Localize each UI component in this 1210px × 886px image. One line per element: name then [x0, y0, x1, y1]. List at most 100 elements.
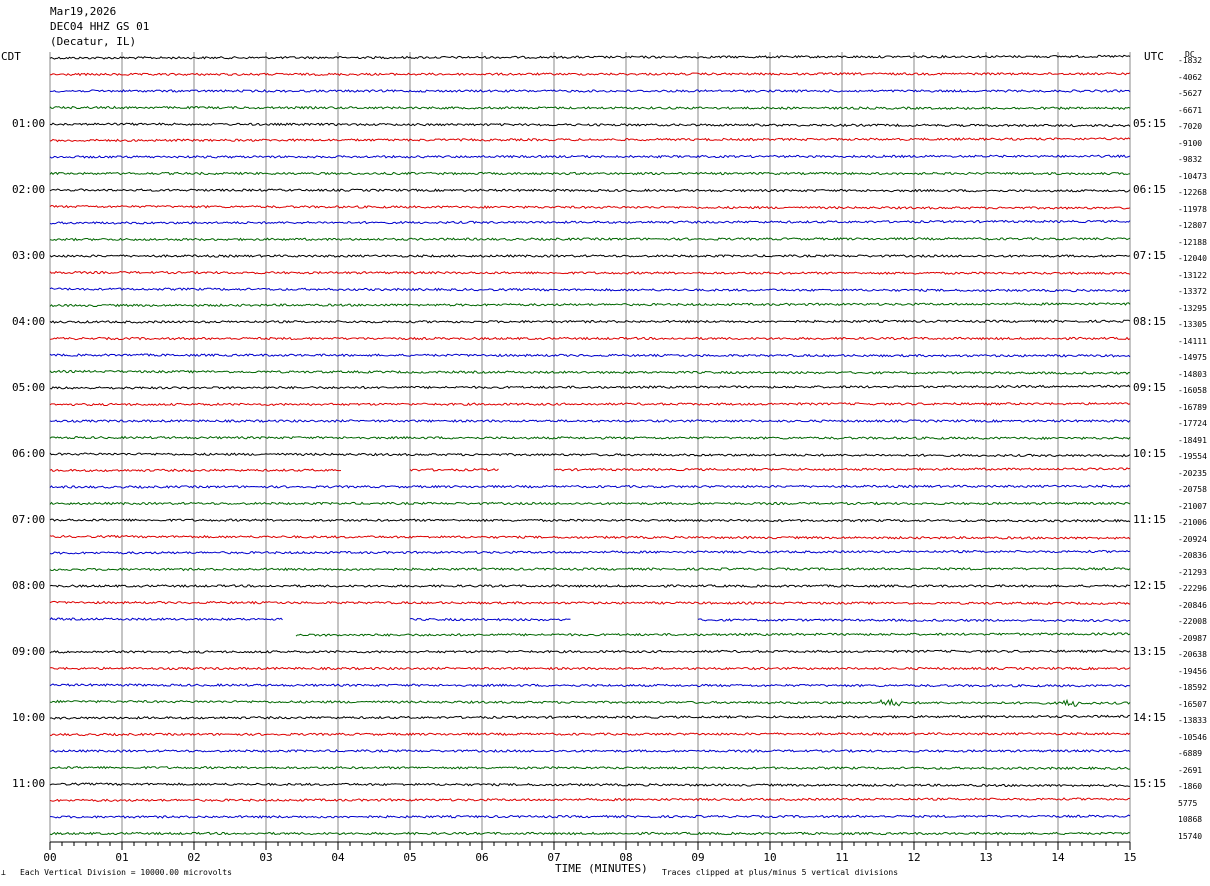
dc-offset-label: -10473: [1178, 171, 1207, 181]
trace-line-16: [49, 319, 1131, 324]
trace-line-45: [49, 797, 1131, 803]
right-hour-label: 10:15: [1133, 447, 1167, 460]
dc-offset-label: -20846: [1178, 600, 1207, 610]
dc-offset-label: -13295: [1178, 303, 1207, 313]
scale-icon: ⟂: [1, 868, 6, 877]
dc-offset-label: -20987: [1178, 633, 1207, 643]
trace-line-0: [49, 54, 1131, 60]
left-hour-label: 05:00: [12, 381, 46, 394]
trace-line-34: [49, 617, 1130, 623]
left-hour-label: 03:00: [12, 249, 46, 262]
dc-offset-label: -12807: [1178, 221, 1207, 230]
trace-line-36: [49, 649, 1131, 654]
trace-line-31: [49, 566, 1131, 572]
dc-offset-label: -18592: [1178, 683, 1207, 692]
x-tick-label: 12: [907, 851, 920, 864]
x-tick-label: 04: [331, 851, 345, 864]
x-tick-label: 10: [763, 851, 776, 864]
dc-offset-label: -16058: [1178, 386, 1207, 395]
dc-offset-label: -12040: [1178, 254, 1207, 263]
trace-line-46: [49, 814, 1131, 819]
right-hour-label: 11:15: [1133, 513, 1167, 526]
right-hour-label: 15:15: [1133, 777, 1167, 790]
dc-offset-label: 5775: [1178, 798, 1198, 808]
left-timezone-label: CDT: [1, 50, 21, 63]
dc-offset-label: -21293: [1178, 567, 1207, 577]
dc-offset-label: 10868: [1178, 815, 1203, 824]
trace-line-23: [49, 435, 1131, 441]
dc-offset-label: -13122: [1178, 270, 1207, 280]
trace-line-1: [49, 71, 1131, 77]
trace-line-42: [49, 749, 1131, 753]
dc-offset-label: -13305: [1178, 320, 1207, 329]
dc-offset-label: -14975: [1178, 353, 1207, 362]
x-tick-label: 05: [403, 851, 416, 864]
x-tick-label: 15: [1123, 851, 1136, 864]
dc-offset-label: -4062: [1178, 72, 1203, 82]
dc-offset-label: -21007: [1178, 501, 1207, 511]
dc-offset-label: -22008: [1178, 617, 1207, 626]
x-tick-label: 14: [1051, 851, 1065, 864]
dc-offset-label: -6889: [1178, 749, 1203, 758]
dc-offset-label: -20836: [1178, 551, 1207, 560]
dc-offset-label: -14803: [1178, 369, 1207, 379]
trace-line-30: [49, 549, 1131, 555]
seismogram-plot: 00 01 02 03 04 05 06 07 08 09 10 11 12 13 14 15: [43, 52, 1137, 864]
trace-line-10: [49, 219, 1131, 225]
dc-offset-label: -16789: [1178, 402, 1207, 412]
trace-line-25: [49, 467, 1131, 473]
x-tick-label: 01: [115, 851, 128, 864]
dc-offset-label: -1832: [1178, 56, 1203, 65]
trace-line-43: [49, 765, 1131, 771]
dc-offset-label: -6671: [1178, 105, 1203, 115]
dc-offset-label: -5627: [1178, 89, 1203, 98]
x-tick-label: 00: [43, 851, 56, 864]
dc-offset-label: -12268: [1178, 188, 1207, 197]
left-hour-label: 10:00: [12, 711, 46, 724]
right-hour-label: 06:15: [1133, 183, 1167, 196]
trace-line-3: [49, 105, 1131, 111]
left-hour-label: 06:00: [12, 447, 46, 460]
trace-line-6: [49, 154, 1131, 159]
dc-offset-label: -20235: [1178, 468, 1207, 478]
trace-line-19: [49, 369, 1131, 375]
trace-line-17: [49, 336, 1131, 341]
left-hour-label: 08:00: [12, 579, 46, 592]
right-hour-label: 12:15: [1133, 579, 1167, 592]
trace-line-28: [49, 518, 1131, 523]
right-hour-label: 14:15: [1133, 711, 1167, 724]
trace-line-5: [49, 137, 1131, 143]
clip-note: Traces clipped at plus/minus 5 vertical …: [662, 868, 899, 877]
trace-line-18: [49, 353, 1131, 358]
trace-line-37: [49, 666, 1131, 671]
dc-offset-label: -20758: [1178, 485, 1207, 494]
trace-line-24: [49, 452, 1131, 458]
dc-offset-label: -22296: [1178, 584, 1207, 593]
trace-line-9: [49, 204, 1131, 210]
dc-offset-label: -18491: [1178, 435, 1207, 445]
dc-offset-label: -20638: [1178, 650, 1207, 659]
plot-grid: [49, 52, 1131, 842]
x-axis-title: TIME (MINUTES): [555, 862, 648, 875]
trace-line-13: [49, 270, 1131, 276]
right-hour-label: 08:15: [1133, 315, 1167, 328]
trace-line-41: [49, 731, 1131, 737]
right-hour-label: 05:15: [1133, 117, 1167, 130]
trace-line-33: [49, 600, 1131, 606]
x-tick-label: 06: [475, 851, 488, 864]
dc-offset-label: -2691: [1178, 765, 1203, 775]
dc-offset-label: -13372: [1178, 287, 1207, 296]
trace-line-12: [49, 254, 1131, 258]
x-axis: 00 01 02 03 04 05 06 07 08 09 10 11 12 13 14 15: [43, 841, 1137, 864]
right-hour-label: 09:15: [1133, 381, 1167, 394]
right-timezone-label: UTC: [1144, 50, 1164, 63]
header-station: DEC04 HHZ GS 01: [50, 20, 150, 33]
x-tick-label: 03: [259, 851, 272, 864]
dc-offset-label: 15740: [1178, 831, 1203, 841]
dc-offset-label: -19554: [1178, 452, 1207, 461]
x-tick-label: 11: [835, 851, 848, 864]
trace-line-11: [49, 237, 1131, 242]
trace-line-14: [49, 287, 1131, 293]
dc-offset-label: -10546: [1178, 732, 1207, 742]
right-hour-label: 07:15: [1133, 249, 1167, 262]
